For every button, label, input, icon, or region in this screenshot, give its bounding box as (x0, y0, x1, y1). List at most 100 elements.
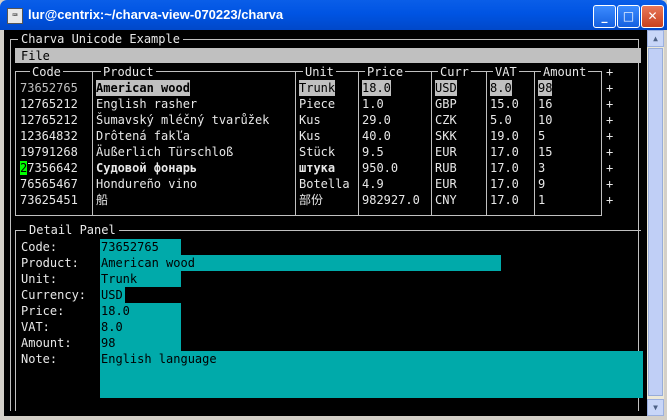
table-cell-code[interactable]: 73652765 (20, 80, 78, 96)
scroll-thumb[interactable] (648, 48, 663, 396)
table-cell-curr[interactable]: RUB (435, 160, 457, 176)
table-cell-amount[interactable]: 9 (538, 176, 545, 192)
table-cell-price[interactable]: 982927.0 (362, 192, 420, 208)
table-cell-amount[interactable]: 3 (538, 160, 545, 176)
column-header-product[interactable]: Product (101, 64, 156, 80)
table-cell-price[interactable]: 950.0 (362, 160, 398, 176)
close-button[interactable]: ✕ (641, 5, 664, 28)
column-header-code[interactable]: Code (30, 64, 63, 80)
table-cell-product[interactable]: Äußerlich Türschloß (96, 144, 233, 160)
maximize-button[interactable]: □ (617, 5, 640, 28)
table-cell-unit[interactable]: Piece (299, 96, 335, 112)
table-cell-amount[interactable]: 10 (538, 112, 552, 128)
table-cell-product[interactable]: American wood (96, 80, 190, 96)
table-cell-code[interactable]: 12765212 (20, 96, 78, 112)
table-cell-curr[interactable]: EUR (435, 176, 457, 192)
table-cell-curr[interactable]: CZK (435, 112, 457, 128)
table-cell-unit[interactable]: Botella (299, 176, 350, 192)
table-cell-amount[interactable]: 15 (538, 144, 552, 160)
column-separator (92, 71, 93, 216)
table-cell-code[interactable]: 76565467 (20, 176, 78, 192)
table-cell-unit[interactable]: Kus (299, 112, 321, 128)
table-cell-price[interactable]: 18.0 (362, 80, 391, 96)
unit-value: Trunk (101, 272, 138, 286)
frame-left-border (10, 39, 11, 411)
column-header-amount[interactable]: Amount (541, 64, 589, 80)
menu-file[interactable]: File (21, 48, 50, 64)
table-cell-vat[interactable]: 17.0 (490, 176, 519, 192)
table-cell-unit[interactable]: Trunk (299, 80, 336, 96)
unit-label: Unit: (21, 272, 58, 286)
product-label: Product: (21, 256, 79, 270)
table-cell-curr[interactable]: SKK (435, 128, 457, 144)
table-cell-curr[interactable]: CNY (435, 192, 457, 208)
table-cell-curr[interactable]: GBP (435, 96, 457, 112)
column-header-vat[interactable]: VAT (493, 64, 519, 80)
column-separator (358, 71, 359, 216)
table-cell-unit[interactable]: Kus (299, 128, 321, 144)
putty-icon: ⌨ (7, 8, 23, 24)
vertical-scrollbar[interactable]: ▲ ▼ (647, 30, 664, 416)
table-cell-product[interactable]: Hondureño vino (96, 176, 197, 192)
row-marker: + (606, 177, 614, 191)
column-header-price[interactable]: Price (365, 64, 406, 80)
table-cell-code[interactable]: 12364832 (20, 128, 78, 144)
table-cell-curr[interactable]: USD (435, 80, 457, 96)
table-cell-code[interactable]: 19791268 (20, 144, 78, 160)
table-cell-unit[interactable]: 部份 (299, 192, 323, 208)
code-value: 73652765 (101, 240, 159, 254)
table-cell-code[interactable]: 12765212 (20, 112, 78, 128)
amount-label: Amount: (21, 336, 72, 350)
vat-label: VAT: (21, 320, 50, 334)
table-cell-amount[interactable]: 98 (538, 80, 553, 96)
table-cell-unit[interactable]: Stück (299, 144, 335, 160)
table-cell-amount[interactable]: 1 (538, 192, 545, 208)
table-cell-amount[interactable]: 5 (538, 128, 545, 144)
table-cell-price[interactable]: 40.0 (362, 128, 391, 144)
row-marker: + (606, 129, 614, 143)
table-right-border (601, 71, 602, 216)
row-marker: + (606, 97, 614, 111)
table-cell-code-rest: 7356642 (27, 161, 78, 175)
column-separator (486, 71, 487, 216)
table-cell-amount[interactable]: 16 (538, 96, 552, 112)
table-left-border (15, 71, 16, 216)
table-cell-vat[interactable]: 8.0 (490, 80, 512, 96)
table-bottom-border (15, 215, 602, 216)
table-cell-price[interactable]: 4.9 (362, 176, 384, 192)
table-cell-vat[interactable]: 5.0 (490, 112, 512, 128)
detail-left-border (15, 230, 16, 411)
column-header-curr[interactable]: Curr (438, 64, 471, 80)
row-marker: + (606, 193, 614, 207)
table-cell-product[interactable]: 船 (96, 192, 108, 208)
minimize-button[interactable]: _ (593, 5, 616, 28)
table-cell-product[interactable]: Drôtená fakľa (96, 128, 190, 144)
table-cell-vat[interactable]: 17.0 (490, 160, 519, 176)
table-cell-product[interactable]: Šumavský mléčný tvarůžek (96, 112, 269, 128)
table-cell-code[interactable]: 27356642 (20, 160, 78, 176)
table-cell-vat[interactable]: 15.0 (490, 96, 519, 112)
table-cell-vat[interactable]: 17.0 (490, 144, 519, 160)
table-cell-vat[interactable]: 19.0 (490, 128, 519, 144)
table-cell-vat[interactable]: 17.0 (490, 192, 519, 208)
row-marker: + (606, 81, 614, 95)
table-cell-curr[interactable]: EUR (435, 144, 457, 160)
table-cell-price[interactable]: 29.0 (362, 112, 391, 128)
table-cell-product[interactable]: Судовой фонарь (96, 160, 197, 176)
currency-value: USD (101, 288, 123, 302)
menu-bar (15, 48, 641, 63)
row-marker: + (606, 145, 614, 159)
column-header-unit[interactable]: Unit (303, 64, 336, 80)
window-titlebar[interactable]: ⌨ lur@centrix:~/charva-view-070223/charv… (0, 0, 667, 30)
row-marker: + (606, 113, 614, 127)
terminal-area[interactable]: Charva Unicode Example File Code Product… (4, 30, 647, 416)
table-cell-price[interactable]: 1.0 (362, 96, 384, 112)
scroll-down-arrow-icon[interactable]: ▼ (647, 399, 664, 416)
table-cell-unit[interactable]: штука (299, 160, 335, 176)
table-cell-product[interactable]: English rasher (96, 96, 197, 112)
table-cell-code[interactable]: 73625451 (20, 192, 78, 208)
window-title: lur@centrix:~/charva-view-070223/charva (28, 7, 284, 22)
currency-label: Currency: (21, 288, 87, 302)
table-cell-price[interactable]: 9.5 (362, 144, 384, 160)
scroll-up-arrow-icon[interactable]: ▲ (647, 30, 664, 47)
